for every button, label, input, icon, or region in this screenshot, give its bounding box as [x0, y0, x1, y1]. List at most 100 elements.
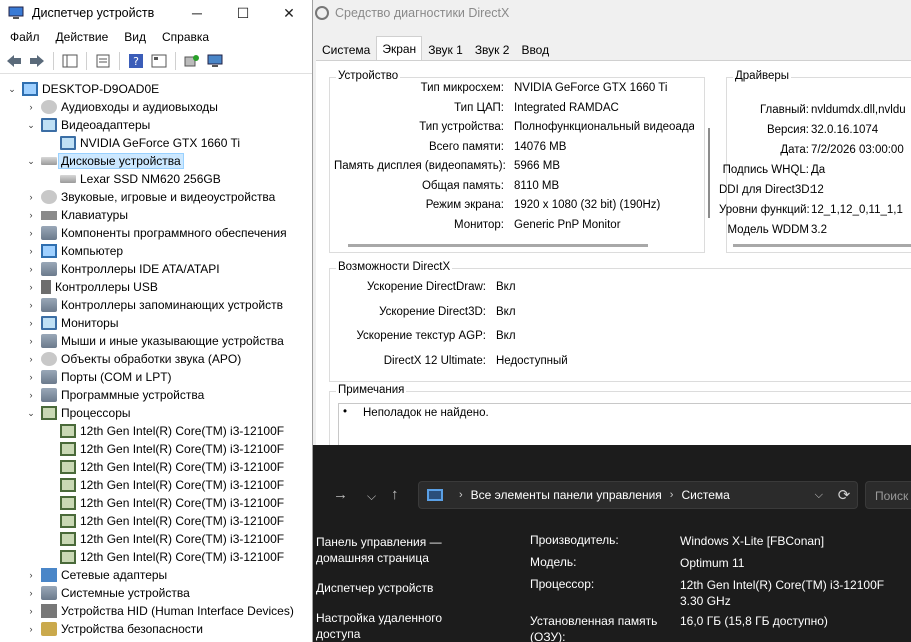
device-scrollbar[interactable]: [708, 128, 710, 218]
tab-sound-2[interactable]: Звук 2: [469, 38, 516, 60]
refresh-icon[interactable]: ⟳: [831, 486, 857, 504]
window-title: Диспетчер устройств: [32, 6, 155, 20]
tree-node[interactable]: › Программные устройства: [25, 386, 204, 404]
tab-sound-1[interactable]: Звук 1: [422, 38, 469, 60]
tree-node[interactable]: › Порты (COM и LPT): [25, 368, 172, 386]
back-icon[interactable]: [4, 51, 24, 71]
collapsed-chevron-icon[interactable]: ›: [25, 354, 37, 364]
monitor-icon: [41, 316, 57, 330]
expanded-chevron-icon[interactable]: ⌄: [25, 120, 37, 131]
menu-view[interactable]: Вид: [116, 30, 154, 44]
field-label: Уровни функций:: [719, 204, 810, 216]
tree-node[interactable]: Lexar SSD NM620 256GB: [44, 170, 221, 188]
tree-node[interactable]: NVIDIA GeForce GTX 1660 Ti: [44, 134, 240, 152]
collapsed-chevron-icon[interactable]: ›: [25, 192, 37, 202]
tree-node[interactable]: › Контроллеры IDE ATA/ATAPI: [25, 260, 220, 278]
tree-node[interactable]: ⌄ DESKTOP-D9OAD0E: [6, 80, 159, 98]
up-button[interactable]: ↑: [391, 486, 399, 503]
collapsed-chevron-icon[interactable]: ›: [25, 228, 37, 238]
tree-node[interactable]: › Системные устройства: [25, 584, 190, 602]
tree-node[interactable]: › Контроллеры USB: [25, 278, 158, 296]
expanded-chevron-icon[interactable]: ⌄: [25, 408, 37, 419]
tree-node[interactable]: › Сетевые адаптеры: [25, 566, 167, 584]
drivers-group: Драйверы Главный: nvldumdx.dll,nvldu Верси…: [719, 70, 911, 253]
show-hide-tree-icon[interactable]: [60, 51, 80, 71]
tab-input[interactable]: Ввод: [515, 38, 555, 60]
collapsed-chevron-icon[interactable]: ›: [25, 606, 37, 616]
tree-node[interactable]: 12th Gen Intel(R) Core(TM) i3-12100F: [44, 548, 284, 566]
collapsed-chevron-icon[interactable]: ›: [25, 210, 37, 220]
forward-icon[interactable]: [27, 51, 47, 71]
device-hscrollbar[interactable]: [348, 244, 648, 247]
collapsed-chevron-icon[interactable]: ›: [25, 318, 37, 328]
chevron-down-icon[interactable]: ⌵: [815, 489, 823, 502]
breadcrumb-system[interactable]: Система: [681, 488, 729, 502]
device-manager-titlebar[interactable]: Диспетчер устройств ─ ☐ ✕: [0, 0, 312, 26]
tree-node[interactable]: 12th Gen Intel(R) Core(TM) i3-12100F: [44, 458, 284, 476]
tree-node[interactable]: 12th Gen Intel(R) Core(TM) i3-12100F: [44, 494, 284, 512]
device-info-row: Тип устройства: Полнофункциональный видео…: [334, 121, 694, 139]
sidebar-link-device-manager[interactable]: Диспетчер устройств: [316, 580, 456, 596]
tree-node[interactable]: › Устройства безопасности: [25, 620, 203, 638]
tree-node[interactable]: 12th Gen Intel(R) Core(TM) i3-12100F: [44, 440, 284, 458]
tree-node[interactable]: 12th Gen Intel(R) Core(TM) i3-12100F: [44, 530, 284, 548]
drivers-hscrollbar[interactable]: [733, 244, 911, 247]
collapsed-chevron-icon[interactable]: ›: [25, 570, 37, 580]
update-driver-icon[interactable]: [182, 51, 202, 71]
close-button[interactable]: ✕: [266, 0, 312, 26]
minimize-button[interactable]: ─: [174, 0, 220, 26]
menu-help[interactable]: Справка: [154, 30, 217, 44]
tree-node[interactable]: › Компоненты программного обеспечения: [25, 224, 287, 242]
maximize-button[interactable]: ☐: [220, 0, 266, 26]
tab-display[interactable]: Экран: [376, 36, 423, 60]
tree-node[interactable]: › Аудиовходы и аудиовыходы: [25, 98, 218, 116]
expanded-chevron-icon[interactable]: ⌄: [6, 84, 18, 95]
scan-hardware-icon[interactable]: [205, 51, 225, 71]
tree-node[interactable]: 12th Gen Intel(R) Core(TM) i3-12100F: [44, 476, 284, 494]
info-label: Установленная память (ОЗУ):: [530, 614, 658, 642]
notes-group: Примечания • Неполадок не найдено.: [329, 384, 911, 453]
tree-node[interactable]: ⌄ Процессоры: [25, 404, 131, 422]
collapsed-chevron-icon[interactable]: ›: [25, 336, 37, 346]
tree-node[interactable]: › Клавиатуры: [25, 206, 128, 224]
tree-node[interactable]: › Компьютер: [25, 242, 123, 260]
collapsed-chevron-icon[interactable]: ›: [25, 372, 37, 382]
collapsed-chevron-icon[interactable]: ›: [25, 588, 37, 598]
help-icon[interactable]: ?: [126, 51, 146, 71]
tree-node[interactable]: › Звуковые, игровые и видеоустройства: [25, 188, 275, 206]
tree-node[interactable]: › Объекты обработки звука (APO): [25, 350, 241, 368]
tree-node[interactable]: 12th Gen Intel(R) Core(TM) i3-12100F: [44, 422, 284, 440]
collapsed-chevron-icon[interactable]: ›: [25, 624, 37, 634]
breadcrumb-control-panel-items[interactable]: Все элементы панели управления: [471, 488, 662, 502]
address-box[interactable]: › Все элементы панели управления › Систе…: [418, 481, 858, 509]
menu-action[interactable]: Действие: [48, 30, 117, 44]
tab-system[interactable]: Система: [316, 38, 376, 60]
tree-node[interactable]: › Устройства HID (Human Interface Devices…: [25, 602, 294, 620]
search-input[interactable]: Поиск: [865, 481, 911, 509]
tree-node[interactable]: 12th Gen Intel(R) Core(TM) i3-12100F: [44, 512, 284, 530]
toolbar-separator: [175, 51, 176, 70]
collapsed-chevron-icon[interactable]: ›: [25, 102, 37, 112]
tree-node[interactable]: ⌄ Видеоадаптеры: [25, 116, 150, 134]
collapsed-chevron-icon[interactable]: ›: [25, 264, 37, 274]
tree-node[interactable]: › Контроллеры запоминающих устройств: [25, 296, 283, 314]
recent-locations-button[interactable]: ⌵: [367, 489, 376, 504]
tree-node-label: Мониторы: [61, 316, 119, 330]
collapsed-chevron-icon[interactable]: ›: [25, 300, 37, 310]
sidebar-link-remote-access[interactable]: Настройка удаленного доступа: [316, 610, 456, 642]
device-info-row: Память дисплея (видеопамять): 5966 MB: [334, 160, 694, 178]
collapsed-chevron-icon[interactable]: ›: [25, 282, 37, 292]
tree-node[interactable]: › Мыши и иные указывающие устройства: [25, 332, 284, 350]
properties-icon[interactable]: [93, 51, 113, 71]
tree-node[interactable]: › Мониторы: [25, 314, 118, 332]
collapsed-chevron-icon[interactable]: ›: [25, 390, 37, 400]
collapsed-chevron-icon[interactable]: ›: [25, 246, 37, 256]
expanded-chevron-icon[interactable]: ⌄: [25, 156, 37, 167]
tree-node[interactable]: ⌄ Дисковые устройства: [25, 152, 184, 170]
field-label: Модель WDDM: [727, 224, 809, 236]
menu-file[interactable]: Файл: [2, 30, 48, 44]
view-icon[interactable]: [149, 51, 169, 71]
sidebar-link-home[interactable]: Панель управления — домашняя страница: [316, 534, 456, 566]
forward-button[interactable]: →: [333, 486, 348, 503]
directx-titlebar[interactable]: Средство диагностики DirectX: [313, 0, 911, 26]
